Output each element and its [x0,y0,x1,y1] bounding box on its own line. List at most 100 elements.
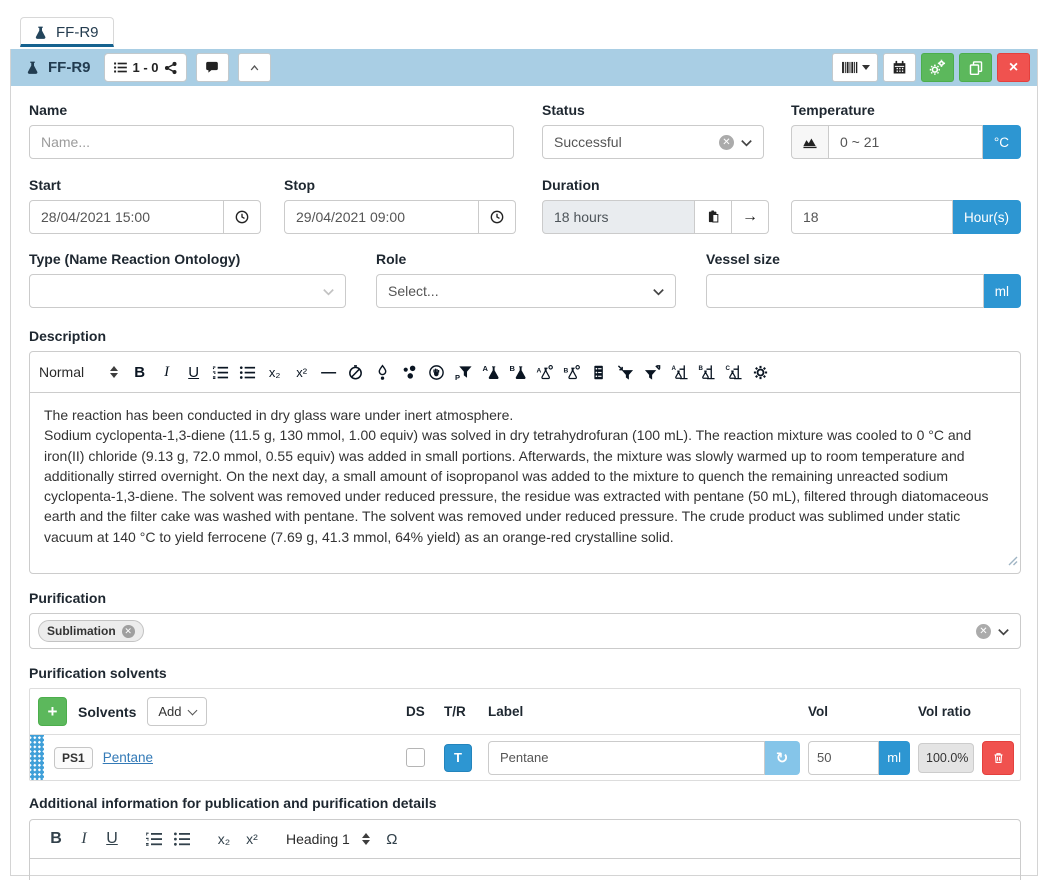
comments-button[interactable] [196,53,229,82]
ordered-list-button[interactable] [140,827,168,851]
vol-ratio-field: 100.0% [918,743,974,773]
reagent-a-button[interactable]: A [531,360,558,384]
duration-apply-button[interactable]: → [732,200,769,234]
name-input[interactable] [29,125,514,159]
close-button[interactable]: × [997,53,1030,82]
panel-title: FF-R9 [25,59,91,76]
solvent-short-label: PS1 [54,747,93,769]
funnel-p-button[interactable]: P [450,360,477,384]
vol-unit-button[interactable]: ml [879,741,910,775]
superscript-button[interactable]: x² [288,360,315,384]
description-content[interactable]: The reaction has been conducted in dry g… [30,393,1020,573]
timer-button[interactable] [342,360,369,384]
add-dropdown-button[interactable]: Add [147,697,206,726]
subscript-button[interactable]: x₂ [261,360,288,384]
drag-handle[interactable] [30,735,44,780]
tr-toggle-button[interactable]: T [444,744,472,772]
clear-icon[interactable]: ✕ [719,135,734,150]
funnel-in-icon [617,364,634,381]
stand-b-button[interactable]: B [693,360,720,384]
refresh-button[interactable]: ↻ [765,741,800,775]
additional-toolbar: B I U x₂ x² [30,820,1020,859]
bullet-list-button[interactable] [168,827,196,851]
temperature-chart-button[interactable] [791,125,828,159]
stop-input[interactable] [284,200,479,234]
superscript-button[interactable]: x² [238,827,266,851]
svg-text:A: A [671,365,676,372]
role-select[interactable]: Select... [376,274,676,308]
status-label: Status [542,102,764,118]
additional-content[interactable] [30,859,1020,880]
editor-settings-button[interactable] [747,360,774,384]
bold-button[interactable]: B [126,360,153,384]
list-icon [113,60,128,75]
add-solvent-button[interactable]: + [38,697,67,726]
omega-button[interactable]: Ω [378,827,406,851]
tab-reaction[interactable]: FF-R9 [20,17,114,47]
calendar-button[interactable] [883,53,916,82]
duration-value-input[interactable] [791,200,953,234]
duration-label: Duration [542,177,769,193]
drop-button[interactable] [369,360,396,384]
flask-b-button[interactable]: B [504,360,531,384]
paste-icon [706,209,721,225]
horizontal-rule-button[interactable]: — [315,360,342,384]
stand-a-button[interactable]: A [666,360,693,384]
underline-button[interactable]: U [98,827,126,851]
type-select[interactable] [29,274,346,308]
purification-select[interactable]: Sublimation ✕ ✕ [29,613,1021,649]
vol-input[interactable] [808,741,879,775]
reagent-b-button[interactable]: B [558,360,585,384]
vessel-input[interactable] [706,274,984,308]
stop-label: Stop [284,177,516,193]
col-tr: T/R [444,704,480,719]
collapse-button[interactable] [238,53,271,82]
stop-clock-button[interactable] [479,200,516,234]
clock-icon [489,209,505,225]
italic-button[interactable]: I [70,827,98,851]
start-clock-button[interactable] [224,200,261,234]
underline-button[interactable]: U [180,360,207,384]
heading-value: Heading 1 [286,831,350,847]
stand-c-button[interactable]: C [720,360,747,384]
status-select[interactable]: Successful ✕ [542,125,764,159]
chevron-down-icon [996,624,1011,639]
format-select[interactable]: Normal [39,364,118,380]
reagent-b-icon: B [563,364,581,381]
heading-select[interactable]: Heading 1 [286,831,370,847]
start-input[interactable] [29,200,224,234]
vessel-unit-button[interactable]: ml [984,274,1021,308]
analyses-counter-button[interactable]: 1 - 0 [104,53,187,82]
subscript-button[interactable]: x₂ [210,827,238,851]
hand-stop-button[interactable] [423,360,450,384]
funnel-in-button[interactable] [612,360,639,384]
solvent-label-input[interactable] [488,741,765,775]
settings-gears-button[interactable] [921,53,954,82]
clock-icon [234,209,250,225]
italic-button[interactable]: I [153,360,180,384]
duplicate-button[interactable] [959,53,992,82]
tag-remove-icon[interactable]: ✕ [122,625,135,638]
molecule-button[interactable] [396,360,423,384]
clear-icon[interactable]: ✕ [976,624,991,639]
bold-button[interactable]: B [42,827,70,851]
ordered-list-button[interactable] [207,360,234,384]
funnel-out-button[interactable] [639,360,666,384]
notebook-button[interactable] [585,360,612,384]
ds-checkbox[interactable] [406,748,425,767]
temperature-unit-button[interactable]: °C [983,125,1021,159]
ordered-list-icon [212,364,229,381]
bullet-list-icon [173,830,191,848]
delete-solvent-button[interactable] [982,741,1014,775]
duration-copy-button[interactable] [695,200,732,234]
bullet-list-button[interactable] [234,360,261,384]
temperature-input[interactable] [828,125,983,159]
col-vol-ratio: Vol ratio [918,704,974,719]
flask-a-button[interactable]: A [477,360,504,384]
solvents-title: Solvents [78,704,136,720]
resize-handle[interactable] [1006,553,1018,571]
solvent-link[interactable]: Pentane [103,750,153,765]
flask-b-icon: B [509,364,527,381]
barcode-dropdown-button[interactable] [832,53,878,82]
duration-unit-button[interactable]: Hour(s) [953,200,1021,234]
